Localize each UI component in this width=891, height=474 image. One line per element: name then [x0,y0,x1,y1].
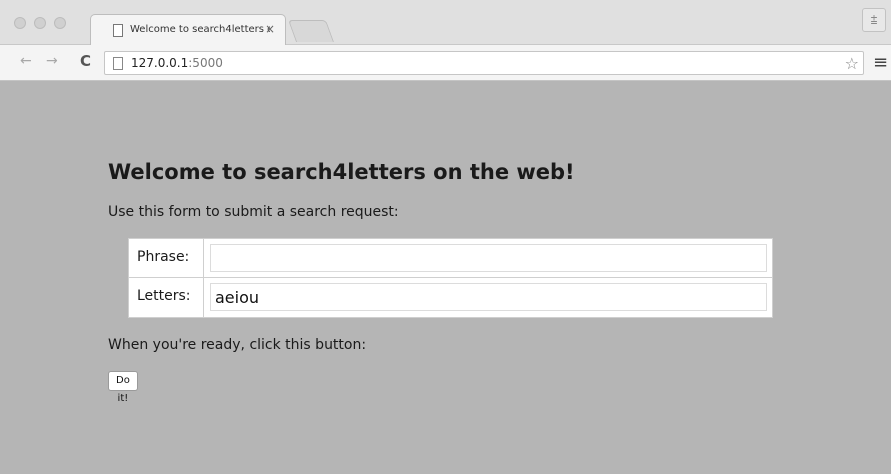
zoom-window-button[interactable] [54,17,66,29]
letters-row: Letters: [129,278,772,317]
new-tab-button[interactable] [287,20,335,42]
page-title: Welcome to search4letters on the web! [108,160,575,184]
phrase-input[interactable] [210,244,767,272]
phrase-row: Phrase: [129,239,772,278]
tab-title: Welcome to search4letters on the web! [130,24,270,35]
browser-tab[interactable]: Welcome to search4letters on the web! × [90,14,286,45]
profile-icon[interactable]: ⩲ [862,8,886,32]
page-icon [113,57,123,70]
phrase-label: Phrase: [129,239,204,278]
forward-icon[interactable]: → [46,53,58,69]
letters-label: Letters: [129,278,204,317]
menu-icon[interactable]: ≡ [873,52,888,73]
ready-text: When you're ready, click this button: [108,337,367,353]
url-host: 127.0.0.1 [131,56,189,70]
browser-toolbar: ← → C 127.0.0.1:5000 ☆ ≡ [0,45,891,81]
submit-button[interactable]: Do it! [108,371,138,404]
tab-strip: Welcome to search4letters on the web! × … [0,0,891,45]
letters-input[interactable] [210,283,767,311]
page-icon [113,24,123,37]
search-form-table: Phrase: Letters: [128,238,773,318]
reload-icon[interactable]: C [80,52,91,70]
tab-close-icon[interactable]: × [265,22,275,36]
back-icon[interactable]: ← [20,53,32,69]
intro-text: Use this form to submit a search request… [108,204,399,220]
url-text[interactable]: 127.0.0.1:5000 [131,56,223,70]
close-window-button[interactable] [14,17,26,29]
minimize-window-button[interactable] [34,17,46,29]
bookmark-star-icon[interactable]: ☆ [845,54,859,73]
address-bar[interactable]: 127.0.0.1:5000 ☆ [104,51,864,75]
url-port: :5000 [188,56,223,70]
